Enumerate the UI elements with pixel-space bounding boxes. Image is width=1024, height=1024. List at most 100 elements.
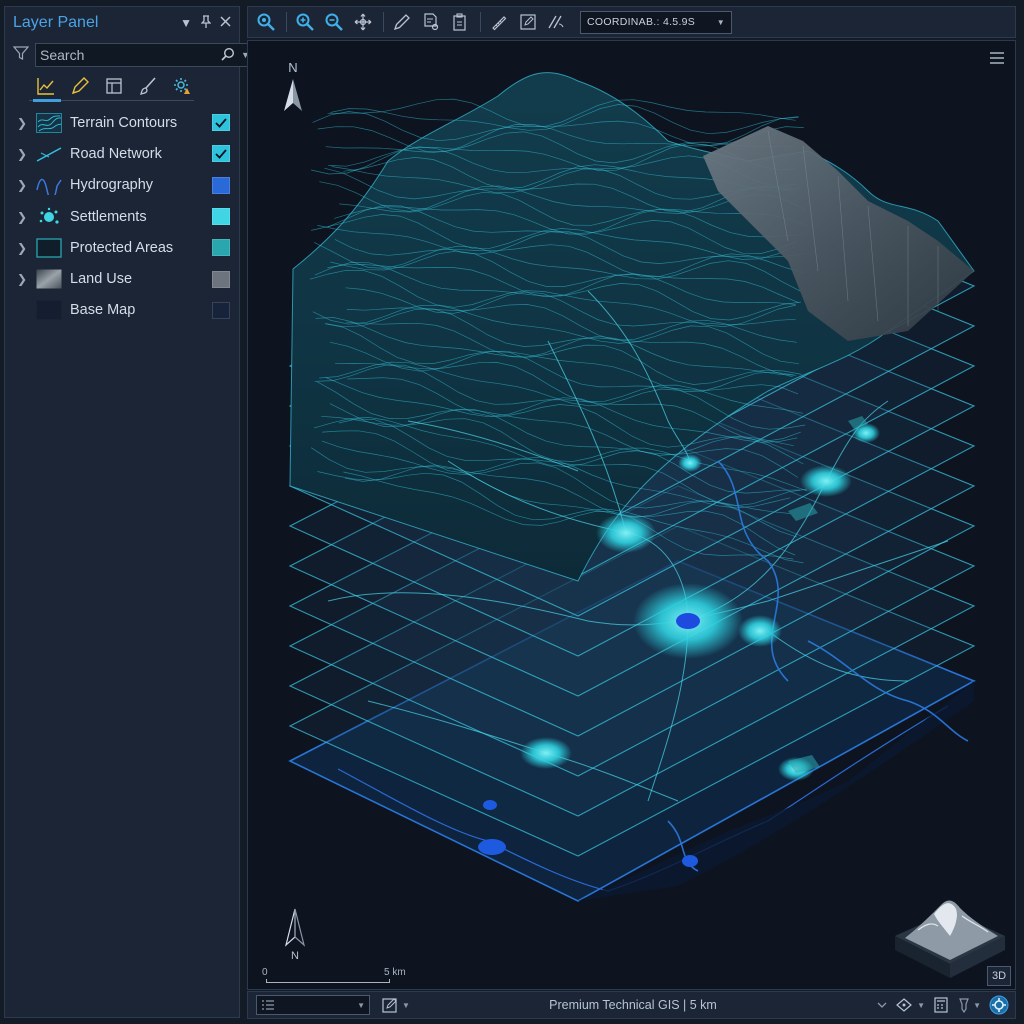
visibility-checkbox[interactable] xyxy=(212,114,230,132)
snap-icon xyxy=(896,998,913,1012)
north-arrow-small: N xyxy=(284,908,306,961)
scale-line xyxy=(266,979,390,983)
layer-name: Settlements xyxy=(70,208,147,225)
layer-row-road-network[interactable]: ❯ Road Network xyxy=(5,138,239,169)
list-view-dropdown[interactable]: ▼ xyxy=(256,995,370,1015)
layer-row-terrain-contours[interactable]: ❯ Terrain Contours xyxy=(5,107,239,138)
view-mode-3d-button[interactable]: 3D xyxy=(987,966,1011,986)
table-icon[interactable] xyxy=(103,75,125,97)
visibility-color-swatch[interactable] xyxy=(212,239,230,257)
chevron-right-icon[interactable]: ❯ xyxy=(17,178,33,192)
chevron-down-icon: ▼ xyxy=(716,17,725,27)
chevron-right-icon[interactable]: ❯ xyxy=(17,272,33,286)
status-tools: ▼ ▼ xyxy=(877,995,1009,1015)
north-label: N xyxy=(288,60,297,75)
wave-icon xyxy=(36,175,62,196)
status-text: Premium Technical GIS | 5 km xyxy=(549,998,717,1012)
chevron-right-icon[interactable]: ❯ xyxy=(17,116,33,130)
square-outline-icon xyxy=(36,238,62,258)
search-row: ▼ xyxy=(5,39,255,67)
toolbar-separator xyxy=(286,12,287,32)
layer-row-protected-areas[interactable]: ❯ Protected Areas xyxy=(5,232,239,263)
layer-name: Road Network xyxy=(70,145,162,162)
clipboard-icon[interactable] xyxy=(448,10,472,34)
search-box: ▼ xyxy=(35,43,255,67)
zoom-out-icon[interactable] xyxy=(322,10,346,34)
status-bar: ▼ ▼ Premium Technical GIS | 5 km ▼ ▼ xyxy=(247,991,1016,1019)
panel-title: Layer Panel xyxy=(13,14,99,31)
chevron-right-icon[interactable]: ❯ xyxy=(17,210,33,224)
note-edit-icon[interactable] xyxy=(516,10,540,34)
pin-tool-dropdown[interactable]: ▼ xyxy=(957,997,981,1013)
search-input[interactable] xyxy=(40,47,221,63)
map-viewport[interactable]: N N 0 5 km 3D xyxy=(247,40,1016,990)
contour-icon xyxy=(36,112,62,133)
map-toolbar: COORDINAB.: 4.5.9S ▼ xyxy=(247,6,1016,38)
settlement-icon xyxy=(36,207,62,227)
measure-angle-icon[interactable] xyxy=(545,10,569,34)
chart-line-icon[interactable] xyxy=(35,75,57,97)
ruler-pencil-icon[interactable] xyxy=(487,10,511,34)
chevron-right-icon[interactable]: ❯ xyxy=(17,147,33,161)
search-icon[interactable] xyxy=(221,47,235,64)
toolbar-separator xyxy=(480,12,481,32)
pin-icon[interactable] xyxy=(200,15,212,31)
list-icon xyxy=(262,1000,274,1010)
layer-name: Protected Areas xyxy=(70,239,174,256)
calculator-icon[interactable] xyxy=(933,997,949,1013)
north-label: N xyxy=(291,950,299,961)
visibility-color-swatch[interactable] xyxy=(212,270,230,288)
coordinate-value: COORDINAB.: 4.5.9S xyxy=(587,16,696,28)
snapping-dropdown[interactable]: ▼ xyxy=(895,997,925,1013)
scale-start-label: 0 xyxy=(262,967,268,978)
visibility-checkbox[interactable] xyxy=(212,145,230,163)
tool-tabs xyxy=(5,67,239,97)
edit-square-icon xyxy=(382,998,397,1013)
toolbar-separator xyxy=(383,12,384,32)
layer-name: Terrain Contours xyxy=(70,114,178,131)
hamburger-menu-icon[interactable] xyxy=(989,51,1005,69)
edit-tool-dropdown[interactable]: ▼ xyxy=(382,997,410,1013)
dark-square-icon xyxy=(36,300,62,320)
panel-header: Layer Panel ▼ xyxy=(5,7,239,39)
marker-icon xyxy=(959,998,969,1013)
edit-pencil-icon[interactable] xyxy=(390,10,414,34)
chevron-down-icon: ▼ xyxy=(402,1000,410,1010)
chevron-right-icon[interactable]: ❯ xyxy=(17,241,33,255)
document-settings-icon[interactable] xyxy=(419,10,443,34)
chevron-down-icon: ▼ xyxy=(973,1000,981,1010)
zoom-extent-icon[interactable] xyxy=(254,10,278,34)
layer-name: Base Map xyxy=(70,302,136,319)
layer-panel: Layer Panel ▼ ▼ xyxy=(4,6,255,1018)
scale-end-label: 5 km xyxy=(384,967,406,978)
pan-icon[interactable] xyxy=(351,10,375,34)
visibility-color-swatch[interactable] xyxy=(212,208,230,226)
panel-menu-dropdown-icon[interactable]: ▼ xyxy=(180,16,192,30)
layer-row-base-map[interactable]: Base Map xyxy=(5,295,239,326)
chevron-down-icon: ▼ xyxy=(917,1000,926,1010)
coordinate-dropdown[interactable]: COORDINAB.: 4.5.9S ▼ xyxy=(580,10,732,34)
north-arrow: N xyxy=(284,60,302,111)
chevron-down-icon: ▼ xyxy=(357,1000,365,1010)
collapse-chevron-icon[interactable] xyxy=(877,1001,887,1009)
visibility-color-swatch[interactable] xyxy=(212,176,230,194)
layer-row-land-use[interactable]: ❯ Land Use xyxy=(5,263,239,294)
close-icon[interactable] xyxy=(220,16,231,30)
filter-icon[interactable] xyxy=(12,45,30,65)
gear-alert-icon[interactable] xyxy=(171,75,193,97)
road-line-icon xyxy=(36,144,62,164)
scale-bar: 0 5 km xyxy=(262,965,422,985)
globe-settings-icon[interactable] xyxy=(989,995,1009,1015)
visibility-color-swatch[interactable] xyxy=(212,301,230,319)
layer-name: Land Use xyxy=(70,271,133,288)
zoom-in-icon[interactable] xyxy=(293,10,317,34)
layer-list: ❯ Terrain Contours ❯ Road Network ❯ Hydr… xyxy=(5,101,239,326)
layer-row-settlements[interactable]: ❯ Settlements xyxy=(5,201,239,232)
pencil-icon[interactable] xyxy=(69,75,91,97)
layer-row-hydrography[interactable]: ❯ Hydrography xyxy=(5,170,239,201)
gradient-square-icon xyxy=(36,269,62,289)
brush-icon[interactable] xyxy=(137,75,159,97)
layered-3d-map[interactable] xyxy=(248,41,1016,990)
active-tab-indicator xyxy=(29,99,194,102)
layer-name: Hydrography xyxy=(70,177,154,194)
